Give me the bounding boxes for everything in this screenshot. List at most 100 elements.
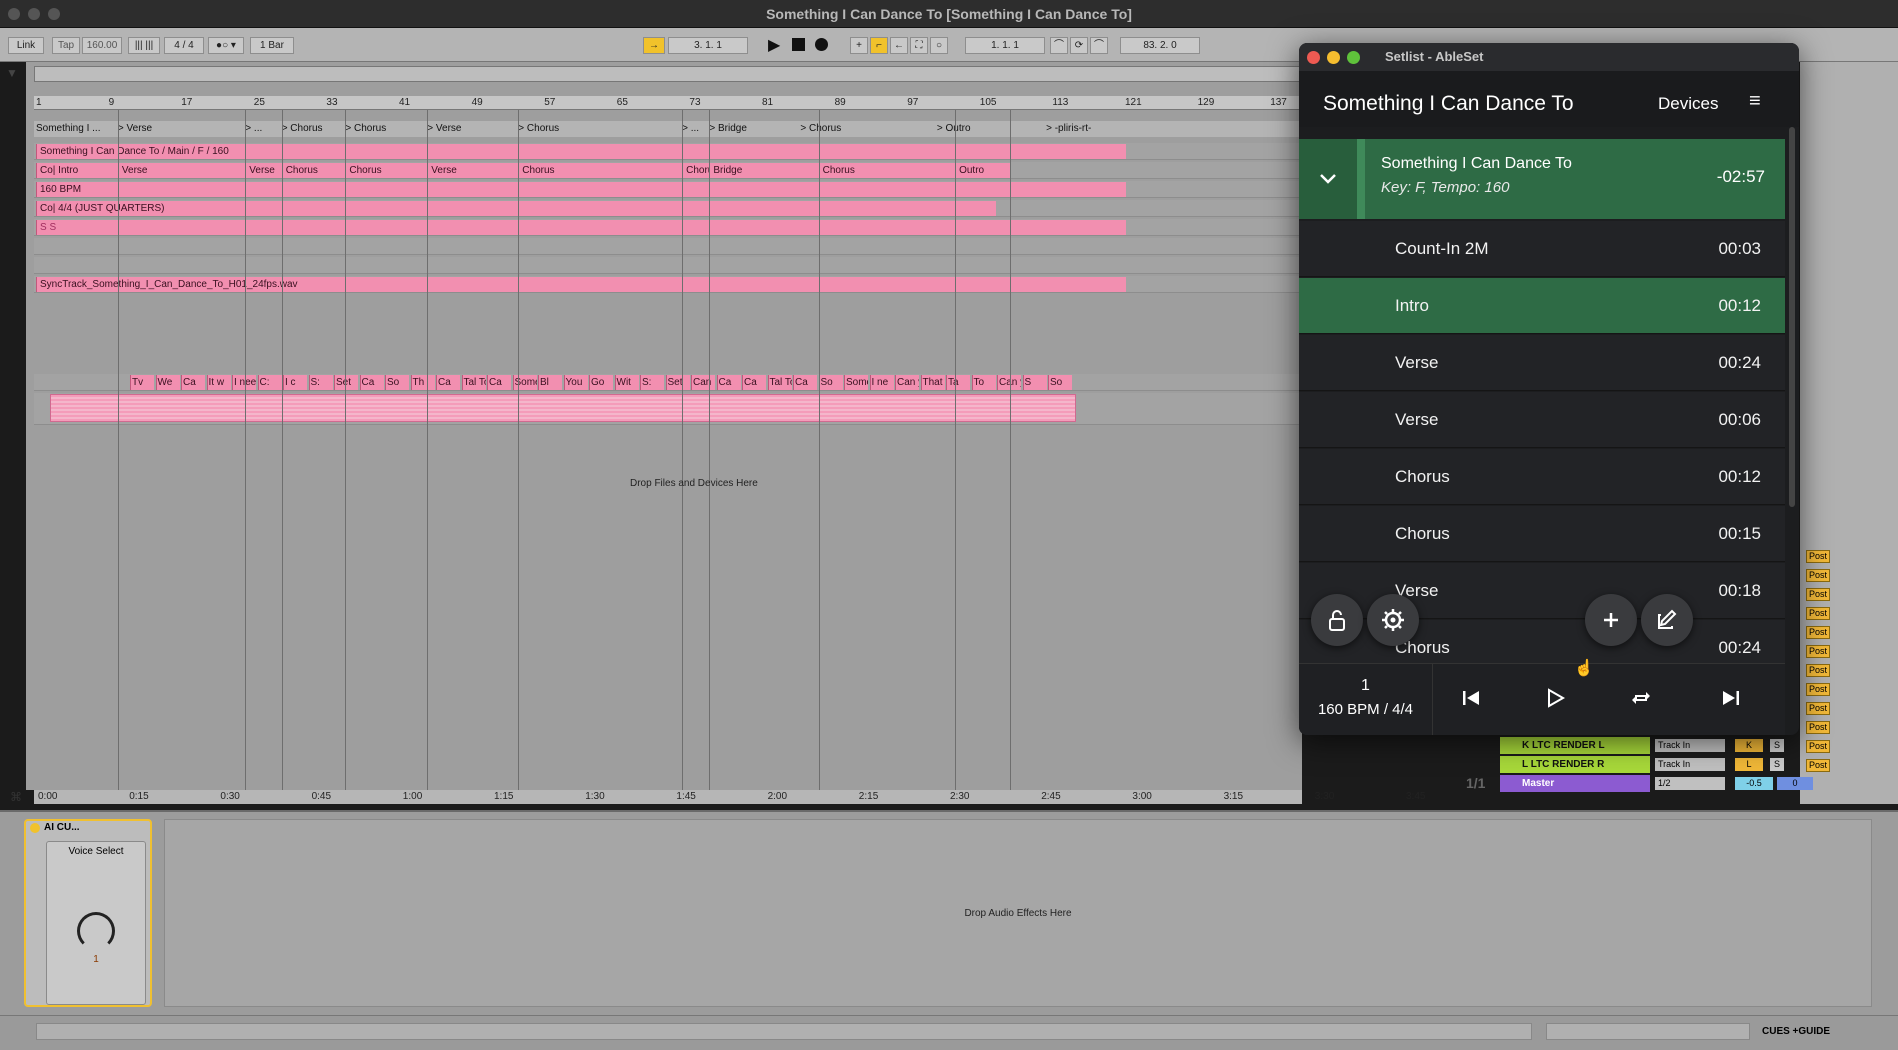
lyric-clip[interactable]: We <box>155 375 180 390</box>
lyric-clip[interactable]: Ca <box>742 375 766 390</box>
record-button[interactable] <box>815 38 828 51</box>
locator-marker[interactable]: > Verse <box>118 123 152 134</box>
lyric-clip[interactable]: Set <box>665 375 690 390</box>
section-clip[interactable]: Chorus <box>281 163 346 178</box>
punch-out-button[interactable]: ⌒ <box>1090 37 1108 54</box>
track-header-ltc-r[interactable]: L LTC RENDER R <box>1500 756 1650 773</box>
section-row[interactable]: Verse 00:06 <box>1299 392 1785 448</box>
tap-button[interactable]: Tap <box>52 37 80 54</box>
cues-guide-label[interactable]: CUES +GUIDE <box>1762 1026 1830 1037</box>
lyric-clip[interactable]: That y <box>920 375 945 390</box>
locator-marker[interactable]: > Chorus <box>800 123 841 134</box>
nudge-buttons[interactable]: ||| ||| <box>128 37 160 54</box>
time-ruler[interactable]: 0:00 0:15 0:30 0:45 1:00 1:15 1:30 1:45 2:00 2:15… <box>34 790 1425 804</box>
effects-drop-zone[interactable]: Drop Audio Effects Here <box>164 819 1872 1007</box>
lyric-clip[interactable]: To <box>971 375 996 390</box>
follow-button[interactable]: → <box>643 37 665 54</box>
section-row[interactable]: Verse 00:24 <box>1299 335 1785 391</box>
sync-track-clip[interactable]: SyncTrack_Something_I_Can_Dance_To_H01_2… <box>36 277 1126 292</box>
chevron-down-icon[interactable] <box>1299 139 1357 219</box>
section-clip[interactable]: Bridge <box>709 163 819 178</box>
post-button[interactable]: Post <box>1806 702 1830 715</box>
locator-marker[interactable]: > Outro <box>937 123 971 134</box>
post-button[interactable]: Post <box>1806 550 1830 563</box>
current-song-row[interactable]: Something I Can Dance To Key: F, Tempo: … <box>1299 139 1785 219</box>
locator-marker[interactable]: > -pliris-rt- <box>1046 123 1091 134</box>
lyric-clip[interactable]: Somet <box>512 375 537 390</box>
lyric-clip[interactable]: Ta <box>946 375 970 390</box>
track-input-select[interactable]: Track In <box>1655 758 1725 771</box>
post-button[interactable]: Post <box>1806 759 1830 772</box>
lyric-clip[interactable]: Bl <box>538 375 562 390</box>
master-output-select[interactable]: 1/2 <box>1655 777 1725 790</box>
lock-button[interactable] <box>1311 594 1363 646</box>
locator-marker[interactable]: > Chorus <box>518 123 559 134</box>
track-header-ltc-l[interactable]: K LTC RENDER L <box>1500 737 1650 754</box>
signature-clip[interactable]: Co| 4/4 (JUST QUARTERS) <box>36 201 996 216</box>
zoom-icon[interactable]: ⌘ <box>10 790 22 804</box>
lyric-clip[interactable]: I c <box>283 375 307 390</box>
play-pause-button[interactable] <box>1543 686 1567 715</box>
section-row[interactable]: Chorus 00:15 <box>1299 506 1785 562</box>
devices-button[interactable]: Devices <box>1658 94 1718 114</box>
time-signature-field[interactable]: 4 / 4 <box>164 37 204 54</box>
lyric-clip[interactable]: So <box>385 375 409 390</box>
section-clip[interactable]: Verse <box>245 163 282 178</box>
post-button[interactable]: Post <box>1806 569 1830 582</box>
post-button[interactable]: Post <box>1806 740 1830 753</box>
lyric-clip[interactable]: So <box>818 375 843 390</box>
section-clip[interactable]: Chorus <box>345 163 428 178</box>
locator-marker[interactable]: > Chorus <box>282 123 323 134</box>
play-button[interactable]: ▶ <box>768 35 780 55</box>
lyric-clip[interactable]: Tal To <box>767 375 792 390</box>
lyric-clip[interactable]: Can I <box>691 375 715 390</box>
cue-clip[interactable]: S S <box>36 220 1126 235</box>
locator-marker[interactable]: > Chorus <box>345 123 386 134</box>
lyric-clip[interactable]: So <box>1048 375 1072 390</box>
loop-toggle-button[interactable] <box>1629 686 1653 715</box>
lyric-clip[interactable]: Ca <box>359 375 384 390</box>
lyric-clip[interactable]: Tv <box>130 375 154 390</box>
device-power-icon[interactable] <box>30 823 40 833</box>
pan-field[interactable]: L <box>1735 758 1763 771</box>
solo-button[interactable]: S <box>1770 739 1784 752</box>
locator-marker[interactable]: > ... <box>682 123 699 134</box>
locator-lane[interactable]: Something I ... > Verse > ... > Chorus > Cho… <box>34 121 1302 137</box>
section-clip[interactable]: Chorus <box>818 163 956 178</box>
section-clip[interactable]: Co| Intro <box>36 163 118 178</box>
ableset-close-button[interactable] <box>1307 51 1320 64</box>
pan-field[interactable]: K <box>1735 739 1763 752</box>
metronome-button[interactable]: ●○ ▾ <box>208 37 244 54</box>
post-button[interactable]: Post <box>1806 588 1830 601</box>
capture-button[interactable]: ⛶ <box>910 37 928 54</box>
lyric-clip[interactable]: Ca <box>793 375 817 390</box>
hamburger-menu-icon[interactable]: ≡ <box>1749 90 1761 113</box>
automation-arm-button[interactable]: ⌐ <box>870 37 888 54</box>
scrollbar[interactable] <box>1789 127 1795 507</box>
link-button[interactable]: Link <box>8 37 44 54</box>
lyric-clip[interactable]: S: <box>308 375 333 390</box>
section-clip[interactable]: Chorus <box>682 163 710 178</box>
tempo-field[interactable]: 160.00 <box>82 37 122 54</box>
lyric-clip[interactable]: C: <box>257 375 282 390</box>
locator-marker[interactable]: > Verse <box>427 123 461 134</box>
loop-start-field[interactable]: 1. 1. 1 <box>965 37 1045 54</box>
post-button[interactable]: Post <box>1806 645 1830 658</box>
bpm-clip[interactable]: 160 BPM <box>36 182 1126 197</box>
punch-in-button[interactable]: ⌒ <box>1050 37 1068 54</box>
loop-length-field[interactable]: 83. 2. 0 <box>1120 37 1200 54</box>
section-clip[interactable]: Verse <box>117 163 246 178</box>
lyric-clip[interactable]: Something <box>844 375 868 390</box>
locator-marker[interactable]: > ... <box>245 123 262 134</box>
lyric-clip[interactable]: Wit <box>614 375 639 390</box>
voice-select-knob[interactable] <box>77 912 115 950</box>
master-volume-field[interactable]: -0.5 <box>1735 777 1773 790</box>
track-input-select[interactable]: Track In <box>1655 739 1725 752</box>
beat-ruler[interactable]: 1 9 17 25 33 41 49 57 65 73 81 89 97 105 113 121 129 137 <box>34 96 1302 110</box>
lyric-clip[interactable]: Ca <box>181 375 205 390</box>
track-lane[interactable] <box>34 257 1302 274</box>
arrangement-overview[interactable] <box>34 66 1302 82</box>
lyric-clip[interactable]: Go <box>589 375 613 390</box>
post-button[interactable]: Post <box>1806 683 1830 696</box>
lyric-clip[interactable]: S <box>1022 375 1047 390</box>
